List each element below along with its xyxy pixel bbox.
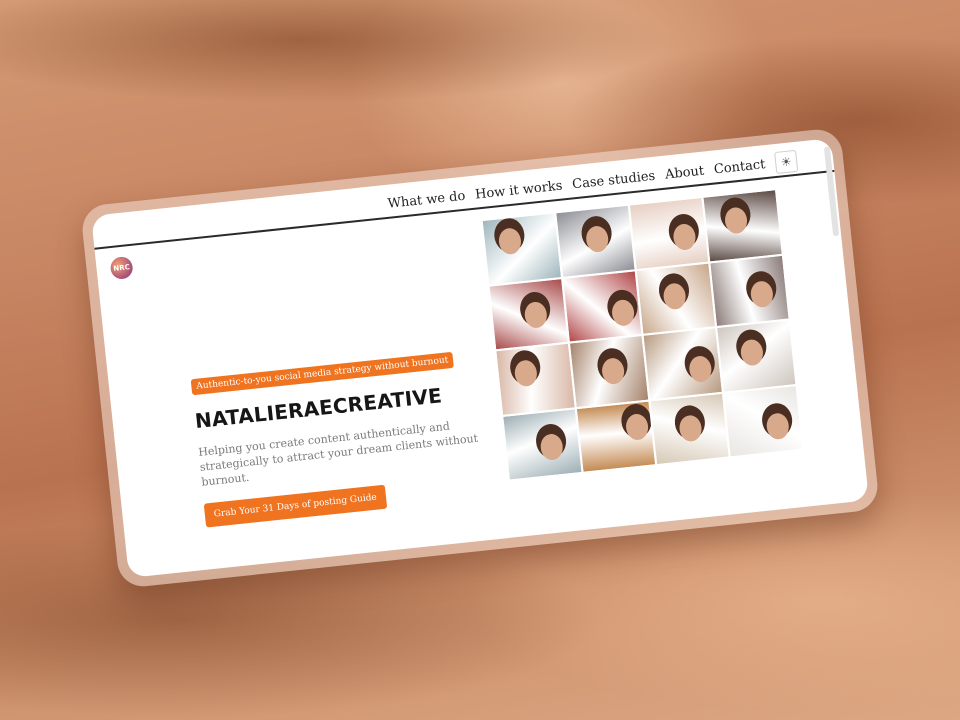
person-figure	[624, 412, 650, 441]
gallery-photo[interactable]	[481, 212, 563, 286]
person-figure	[610, 298, 636, 327]
theme-toggle-button[interactable]: ☀	[774, 149, 799, 175]
person-figure	[765, 411, 791, 440]
scrollbar[interactable]	[823, 146, 840, 237]
person-figure	[723, 206, 749, 235]
gallery-photo[interactable]	[628, 196, 710, 270]
person-figure	[739, 338, 765, 367]
person-figure	[513, 359, 539, 388]
gallery-photo[interactable]	[568, 334, 650, 408]
gallery-photo[interactable]	[562, 269, 643, 343]
person-figure	[600, 357, 626, 386]
gallery-photo[interactable]	[722, 384, 804, 458]
gallery-photo[interactable]	[488, 277, 569, 351]
gallery-photo[interactable]	[502, 407, 583, 481]
logo-text: NRC	[113, 263, 131, 273]
gallery-photo[interactable]	[575, 400, 657, 473]
photo-gallery	[481, 189, 804, 481]
person-figure	[749, 279, 775, 308]
person-figure	[662, 281, 687, 310]
guide-cta-button[interactable]: Grab Your 31 Days of posting Guide	[203, 484, 387, 528]
nav-what-we-do[interactable]: What we do	[387, 188, 466, 211]
desert-background: What we do How it works Case studies Abo…	[0, 0, 960, 720]
gallery-photo[interactable]	[495, 342, 576, 416]
device-frame: What we do How it works Case studies Abo…	[80, 127, 880, 589]
nav-contact[interactable]: Contact	[713, 157, 766, 177]
person-figure	[688, 354, 713, 384]
hero-section: Authentic-to-you social media strategy w…	[190, 343, 504, 528]
gallery-photo[interactable]	[709, 254, 790, 328]
sun-icon: ☀	[780, 154, 793, 170]
gallery-photo[interactable]	[635, 262, 717, 335]
gallery-photo[interactable]	[642, 327, 723, 401]
nav-case-studies[interactable]: Case studies	[571, 168, 655, 192]
gallery-photo[interactable]	[702, 189, 783, 263]
person-figure	[678, 413, 703, 442]
website-screen: What we do How it works Case studies Abo…	[91, 138, 869, 578]
person-figure	[523, 300, 549, 329]
person-figure	[539, 432, 564, 461]
gallery-photo[interactable]	[649, 392, 730, 466]
brand-logo-icon[interactable]: NRC	[109, 255, 134, 281]
person-figure	[672, 222, 697, 252]
gallery-photo[interactable]	[555, 204, 636, 278]
person-figure	[584, 225, 610, 254]
nav-about[interactable]: About	[664, 163, 704, 182]
person-figure	[497, 227, 523, 256]
nav-how-it-works[interactable]: How it works	[474, 178, 563, 202]
gallery-photo[interactable]	[716, 319, 797, 393]
